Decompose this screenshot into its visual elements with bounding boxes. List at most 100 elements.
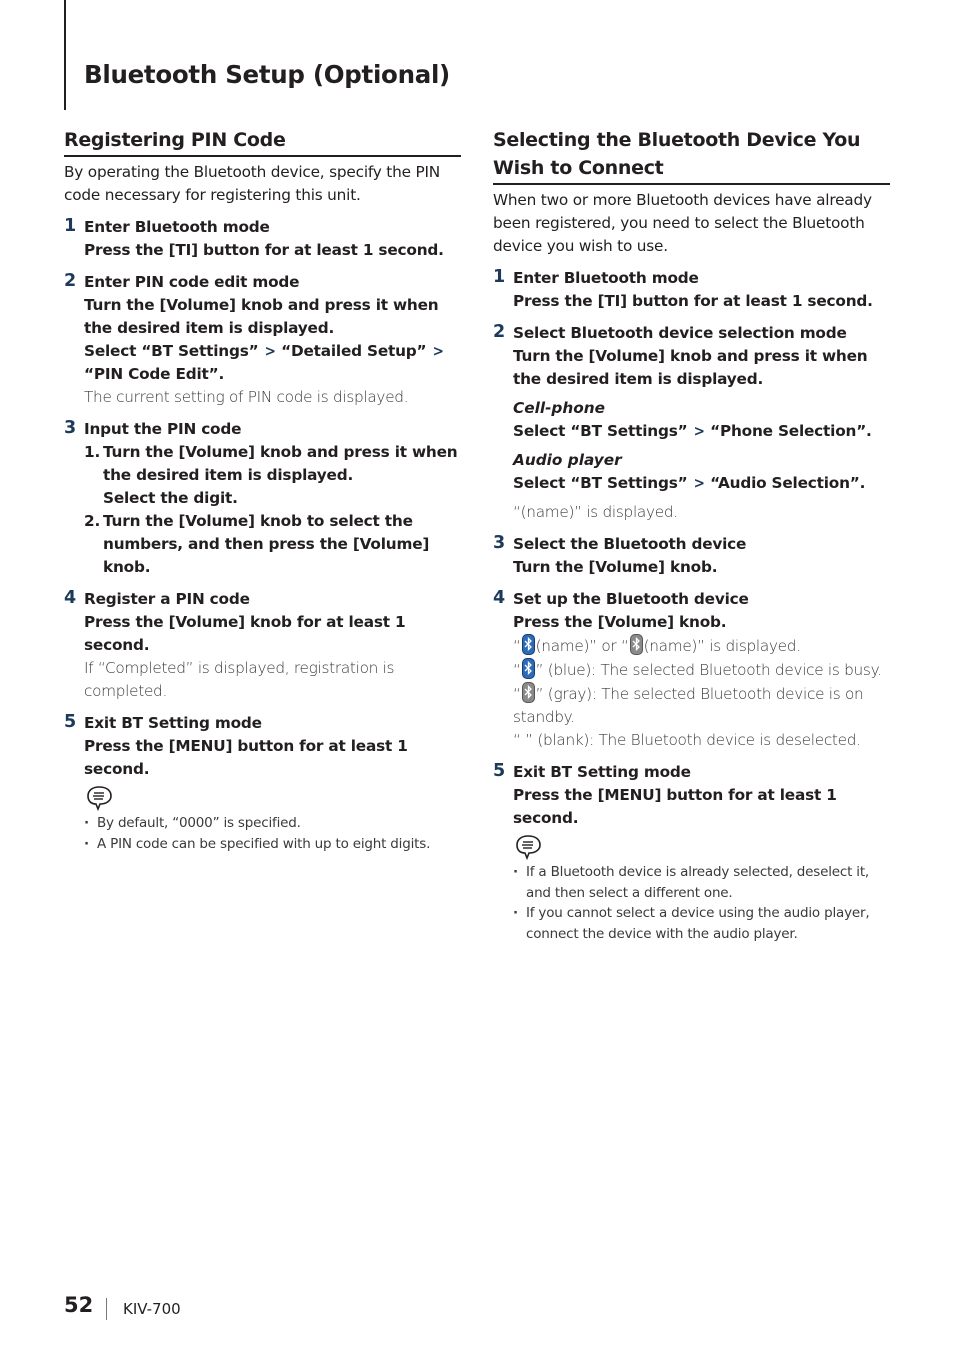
step-note: The current setting of PIN code is displ… <box>84 388 409 406</box>
note-speech-bubble-icon <box>516 835 541 860</box>
step-action: Press the [TI] button for at least 1 sec… <box>513 292 873 310</box>
menu-path-start: Select “BT Settings” <box>513 422 688 440</box>
legend-text: The Bluetooth device is deselected. <box>598 731 862 749</box>
step-2: 2 Enter PIN code edit mode Turn the [Vol… <box>64 271 461 409</box>
step-action: Press the [Volume] knob. <box>513 613 727 631</box>
step-number: 4 <box>493 588 506 608</box>
menu-path-end: “PIN Code Edit”. <box>84 365 225 383</box>
step-action: Press the [TI] button for at least 1 sec… <box>84 241 444 259</box>
step-title: Select Bluetooth device selection mode <box>513 324 847 342</box>
step-number: 5 <box>493 761 506 781</box>
cell-phone-label: Cell-phone <box>513 399 606 417</box>
notes-list: If a Bluetooth device is already selecte… <box>513 862 890 944</box>
step-4: 4 Set up the Bluetooth device Press the … <box>493 588 890 752</box>
audio-player-label: Audio player <box>513 451 622 469</box>
step-title: Set up the Bluetooth device <box>513 590 749 608</box>
footer-divider <box>106 1298 107 1320</box>
step-2: 2 Select Bluetooth device selection mode… <box>493 322 890 524</box>
section-registering-pin: Registering PIN Code By operating the Bl… <box>64 126 461 854</box>
step-action: Press the [Volume] knob for at least 1 s… <box>84 613 406 654</box>
display-text-a: (name)” or “ <box>535 637 629 655</box>
note-item: If a Bluetooth device is already selecte… <box>513 862 890 903</box>
step-number: 5 <box>64 712 77 732</box>
step-title: Enter Bluetooth mode <box>84 218 270 236</box>
note-item: If you cannot select a device using the … <box>513 903 890 944</box>
substep-number: 1. <box>84 443 101 461</box>
step-4: 4 Register a PIN code Press the [Volume]… <box>64 588 461 703</box>
legend-key: “ ” (blank): <box>513 731 594 749</box>
section-selecting-device: Selecting the Bluetooth Device You Wish … <box>493 126 890 944</box>
menu-path-end: “Audio Selection”. <box>710 474 866 492</box>
legend-key: ” (gray): <box>535 685 597 703</box>
quote: “ <box>513 637 521 655</box>
step-number: 3 <box>64 418 77 438</box>
page-number: 52 <box>64 1293 94 1317</box>
step-action: Press the [MENU] button for at least 1 s… <box>84 737 408 778</box>
audio-player-path: Select “BT Settings” > “Audio Selection”… <box>513 472 890 495</box>
bluetooth-gray-icon <box>521 682 535 703</box>
substep-number: 2. <box>84 512 101 530</box>
step-1: 1 Enter Bluetooth mode Press the [TI] bu… <box>64 216 461 262</box>
substep-extra: Select the digit. <box>103 489 238 507</box>
step-title: Enter PIN code edit mode <box>84 273 300 291</box>
step-action: Turn the [Volume] knob and press it when… <box>84 296 439 337</box>
display-line: “ (name)” or “ (name)” is displayed. <box>513 634 890 658</box>
bluetooth-blue-icon <box>521 634 535 655</box>
menu-path-mid: “Detailed Setup” <box>281 342 427 360</box>
note-item: A PIN code can be specified with up to e… <box>84 834 461 855</box>
step-action: Turn the [Volume] knob and press it when… <box>513 347 868 388</box>
cell-phone-path: Select “BT Settings” > “Phone Selection”… <box>513 420 890 443</box>
step-title: Input the PIN code <box>84 420 242 438</box>
step-title: Exit BT Setting mode <box>84 714 262 732</box>
step-number: 1 <box>493 267 506 287</box>
menu-path-start: Select “BT Settings” <box>84 342 259 360</box>
section-intro: By operating the Bluetooth device, speci… <box>64 163 441 204</box>
step-number: 3 <box>493 533 506 553</box>
quote: “ <box>513 685 521 703</box>
header-rule <box>64 0 66 110</box>
step-title: Select the Bluetooth device <box>513 535 747 553</box>
arrow-right-icon: > <box>432 342 444 360</box>
menu-path-start: Select “BT Settings” <box>513 474 688 492</box>
substep-1: 1. Turn the [Volume] knob and press it w… <box>84 441 461 510</box>
substep-2: 2. Turn the [Volume] knob to select the … <box>84 510 461 579</box>
notes-list: By default, “0000” is specified. A PIN c… <box>84 813 461 854</box>
page-title: Bluetooth Setup (Optional) <box>84 60 450 89</box>
step-action: Press the [MENU] button for at least 1 s… <box>513 786 837 827</box>
arrow-right-icon: > <box>264 342 276 360</box>
section-title: Selecting the Bluetooth Device You Wish … <box>493 126 890 185</box>
step-note: If “Completed” is displayed, registratio… <box>84 659 395 700</box>
menu-path: Select “BT Settings” > “Detailed Setup” … <box>84 340 461 386</box>
menu-path-end: “Phone Selection”. <box>710 422 872 440</box>
step-title: Register a PIN code <box>84 590 250 608</box>
legend-blue: “ ” (blue): The selected Bluetooth device… <box>513 658 890 682</box>
step-note: “(name)” is displayed. <box>513 503 678 521</box>
substep-text: Turn the [Volume] knob to select the num… <box>103 512 430 576</box>
section-intro: When two or more Bluetooth devices have … <box>493 191 872 255</box>
step-5: 5 Exit BT Setting mode Press the [MENU] … <box>493 761 890 944</box>
substep-text: Turn the [Volume] knob and press it when… <box>103 443 458 484</box>
step-3: 3 Select the Bluetooth device Turn the [… <box>493 533 890 579</box>
note-item: By default, “0000” is specified. <box>84 813 461 834</box>
section-title: Registering PIN Code <box>64 126 461 157</box>
step-title: Exit BT Setting mode <box>513 763 691 781</box>
step-action: Turn the [Volume] knob. <box>513 558 718 576</box>
step-1: 1 Enter Bluetooth mode Press the [TI] bu… <box>493 267 890 313</box>
step-number: 2 <box>64 271 77 291</box>
model-name: KIV-700 <box>123 1300 181 1318</box>
bluetooth-gray-icon <box>629 634 643 655</box>
legend-text: The selected Bluetooth device is busy. <box>600 661 882 679</box>
quote: “ <box>513 661 521 679</box>
step-3: 3 Input the PIN code 1. Turn the [Volume… <box>64 418 461 579</box>
legend-gray: “” (gray): The selected Bluetooth device… <box>513 682 890 729</box>
arrow-right-icon: > <box>693 422 705 440</box>
step-number: 1 <box>64 216 77 236</box>
step-5: 5 Exit BT Setting mode Press the [MENU] … <box>64 712 461 854</box>
arrow-right-icon: > <box>693 474 705 492</box>
step-number: 4 <box>64 588 77 608</box>
bluetooth-blue-icon <box>521 658 535 679</box>
display-text-b: (name)” is displayed. <box>643 637 801 655</box>
note-speech-bubble-icon <box>87 786 112 811</box>
legend-key: ” (blue): <box>535 661 597 679</box>
legend-blank: “ ” (blank): The Bluetooth device is des… <box>513 729 890 752</box>
